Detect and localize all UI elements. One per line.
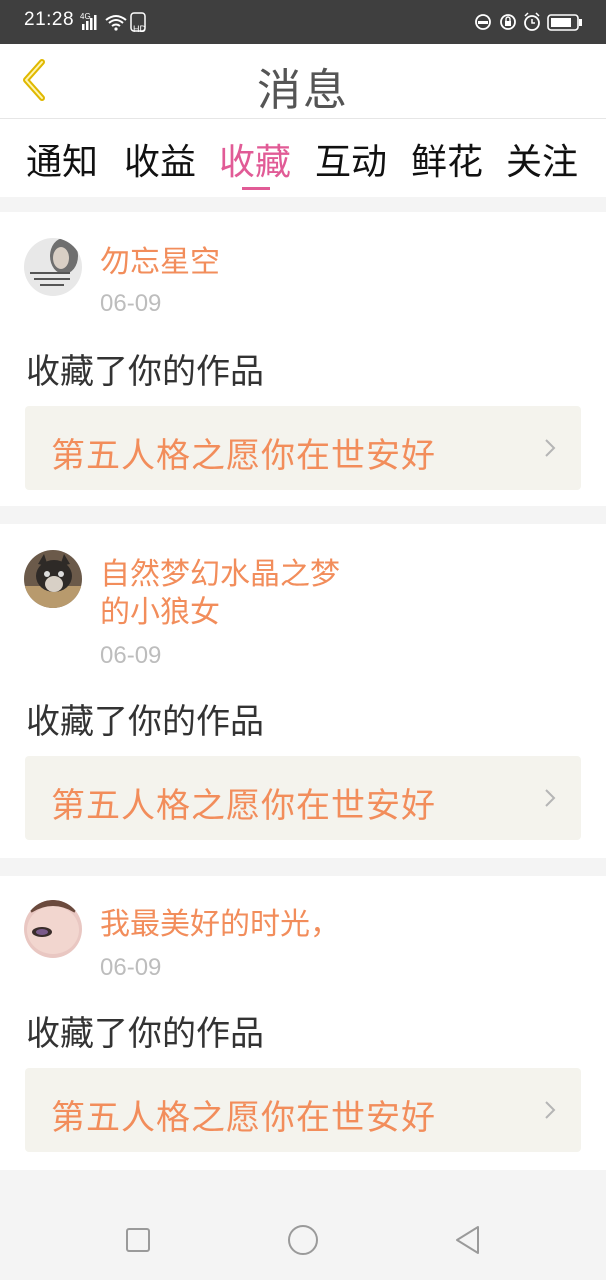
tab-notifications[interactable]: 通知 [14,133,110,185]
work-link[interactable]: 第五人格之愿你在世安好 [25,1068,581,1152]
message-date: 06-09 [100,642,162,669]
system-nav-bar [0,1198,606,1280]
message-card: 勿忘星空 06-09 收藏了你的作品 第五人格之愿你在世安好 [0,212,606,506]
avatar[interactable] [24,238,82,296]
signal-icon: 4G HD [80,12,146,34]
tab-earnings[interactable]: 收益 [112,133,208,185]
home-icon[interactable] [285,1222,321,1258]
lock-icon [500,14,516,30]
chevron-right-icon [545,1101,556,1119]
status-bar: 21:28 4G HD [0,0,606,44]
avatar[interactable] [24,900,82,958]
tab-interactions[interactable]: 互动 [303,133,399,185]
page-title: 消息 [257,65,349,116]
network-label: 4G [80,12,91,21]
message-date: 06-09 [100,954,162,981]
status-time: 21:28 [24,9,75,30]
username-line-1: 自然梦幻水晶之梦 [100,557,340,592]
avatar[interactable] [24,550,82,608]
tab-favorites-label: 收藏 [218,142,291,183]
tab-following[interactable]: 关注 [494,133,590,185]
alarm-icon [524,12,540,31]
work-title: 第五人格之愿你在世安好 [51,786,436,826]
data-saver-icon [475,14,491,30]
message-card: 自然梦幻水晶之梦 的小狼女 06-09 收藏了你的作品 第五人格之愿你在世安好 [0,524,606,858]
hd-label: HD [133,24,146,34]
tab-bar: 通知 收益 收藏 互动 鲜花 关注 [0,119,606,197]
chevron-right-icon [545,439,556,457]
active-tab-indicator [242,187,270,190]
username[interactable]: 勿忘星空 [100,244,220,282]
chevron-right-icon [545,789,556,807]
username[interactable]: 自然梦幻水晶之梦 的小狼女 [100,556,340,632]
message-card: 我最美好的时光， 06-09 收藏了你的作品 第五人格之愿你在世安好 [0,876,606,1170]
header-bar: 消息 [0,44,606,119]
back-triangle-icon[interactable] [450,1222,486,1258]
message-action: 收藏了你的作品 [26,1014,264,1054]
work-title: 第五人格之愿你在世安好 [51,1098,436,1138]
work-link[interactable]: 第五人格之愿你在世安好 [25,406,581,490]
battery-icon [547,14,582,31]
tab-favorites[interactable]: 收藏 [207,133,303,190]
work-title: 第五人格之愿你在世安好 [51,436,436,476]
message-action: 收藏了你的作品 [26,702,264,742]
work-link[interactable]: 第五人格之愿你在世安好 [25,756,581,840]
username-line-2: 的小狼女 [100,595,220,630]
message-date: 06-09 [100,290,162,317]
tab-flowers[interactable]: 鲜花 [399,133,495,185]
username[interactable]: 我最美好的时光， [100,906,340,944]
recent-apps-icon[interactable] [120,1222,156,1258]
status-right-icons [475,12,582,31]
message-action: 收藏了你的作品 [26,352,264,392]
